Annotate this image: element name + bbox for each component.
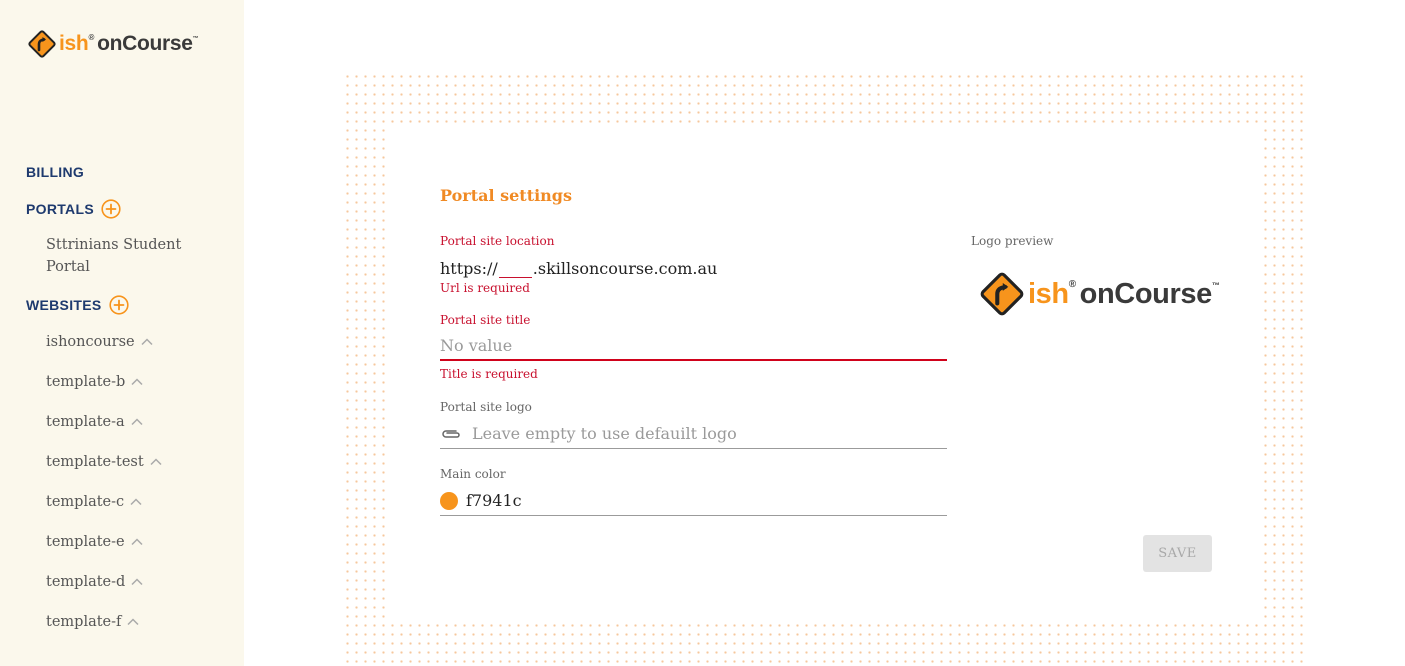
brand-tm: ™: [192, 36, 199, 42]
brand-oncourse: onCourse: [97, 32, 193, 55]
website-item-label: template-e: [46, 534, 125, 550]
nav-websites[interactable]: WEBSITES: [26, 295, 129, 315]
website-item[interactable]: template-c: [46, 491, 142, 513]
site-title-error: Title is required: [440, 367, 538, 381]
page-title: Portal settings: [440, 186, 572, 205]
website-item[interactable]: template-d: [46, 571, 143, 593]
website-item-label: template-b: [46, 374, 126, 390]
site-logo-input[interactable]: Leave empty to use defauilt logo: [440, 419, 947, 449]
brand-wordmark: ish ® onCourse ™: [59, 32, 199, 56]
road-sign-logo-icon: [28, 30, 56, 58]
chevron-up-icon[interactable]: [127, 618, 139, 626]
website-item-label: template-d: [46, 574, 126, 590]
website-item[interactable]: template-e: [46, 531, 143, 553]
location-field: https:// .skillsoncourse.com.au: [440, 254, 717, 278]
website-item[interactable]: template-a: [46, 411, 143, 433]
website-item[interactable]: template-b: [46, 371, 143, 393]
website-item[interactable]: ishoncourse: [46, 331, 153, 353]
nav-websites-label: WEBSITES: [26, 297, 102, 313]
location-error: Url is required: [440, 281, 530, 295]
preview-reg: ®: [1068, 279, 1076, 290]
brand-reg: ®: [88, 33, 95, 42]
logo-preview: ish ® onCourse ™: [980, 272, 1220, 316]
brand-logo[interactable]: ish ® onCourse ™: [28, 30, 199, 58]
website-item[interactable]: template-f: [46, 611, 139, 633]
chevron-up-icon[interactable]: [150, 458, 162, 466]
main-color-label: Main color: [440, 467, 506, 481]
save-button[interactable]: SAVE: [1143, 535, 1212, 572]
nav-billing[interactable]: BILLING: [26, 164, 84, 180]
site-title-placeholder: No value: [440, 335, 513, 355]
plus-circle-icon[interactable]: [108, 295, 129, 315]
preview-wordmark: ish ® onCourse ™: [1028, 277, 1220, 311]
site-title-label: Portal site title: [440, 313, 531, 327]
color-swatch[interactable]: [440, 491, 458, 510]
website-item-label: template-a: [46, 414, 125, 430]
plus-circle-icon[interactable]: [101, 199, 121, 219]
brand-ish: ish: [59, 32, 89, 55]
main-color-value: f7941c: [466, 491, 522, 510]
website-item-label: template-f: [46, 614, 122, 630]
website-item-label: ishoncourse: [46, 334, 135, 350]
sidebar: ish ® onCourse ™ BILLING PORTALS Sttrini…: [0, 0, 244, 666]
website-item[interactable]: template-test: [46, 451, 162, 473]
url-suffix: .skillsoncourse.com.au: [532, 259, 718, 278]
chevron-up-icon[interactable]: [130, 498, 142, 506]
website-item-label: template-test: [46, 454, 144, 470]
location-label: Portal site location: [440, 234, 555, 248]
preview-ish: ish: [1028, 278, 1069, 310]
logo-preview-label: Logo preview: [971, 234, 1054, 248]
portal-item[interactable]: Sttrinians Student Portal: [46, 234, 216, 278]
nav-billing-label: BILLING: [26, 164, 85, 180]
site-logo-placeholder: Leave empty to use defauilt logo: [472, 424, 737, 443]
chevron-up-icon[interactable]: [131, 378, 143, 386]
chevron-up-icon[interactable]: [141, 338, 153, 346]
main-color-input[interactable]: f7941c: [440, 486, 947, 516]
site-logo-label: Portal site logo: [440, 400, 532, 414]
chevron-up-icon[interactable]: [131, 578, 143, 586]
nav-portals[interactable]: PORTALS: [26, 199, 121, 219]
preview-tm: ™: [1211, 281, 1220, 290]
site-title-input[interactable]: No value: [440, 331, 947, 361]
website-item-label: template-c: [46, 494, 125, 510]
chevron-up-icon[interactable]: [131, 538, 143, 546]
url-prefix: https://: [440, 259, 498, 278]
chevron-up-icon[interactable]: [131, 418, 143, 426]
nav-portals-label: PORTALS: [26, 201, 94, 217]
preview-oncourse: onCourse: [1079, 278, 1213, 310]
road-sign-logo-icon: [980, 272, 1024, 316]
paperclip-icon: [442, 429, 460, 438]
subdomain-input[interactable]: [498, 254, 532, 278]
